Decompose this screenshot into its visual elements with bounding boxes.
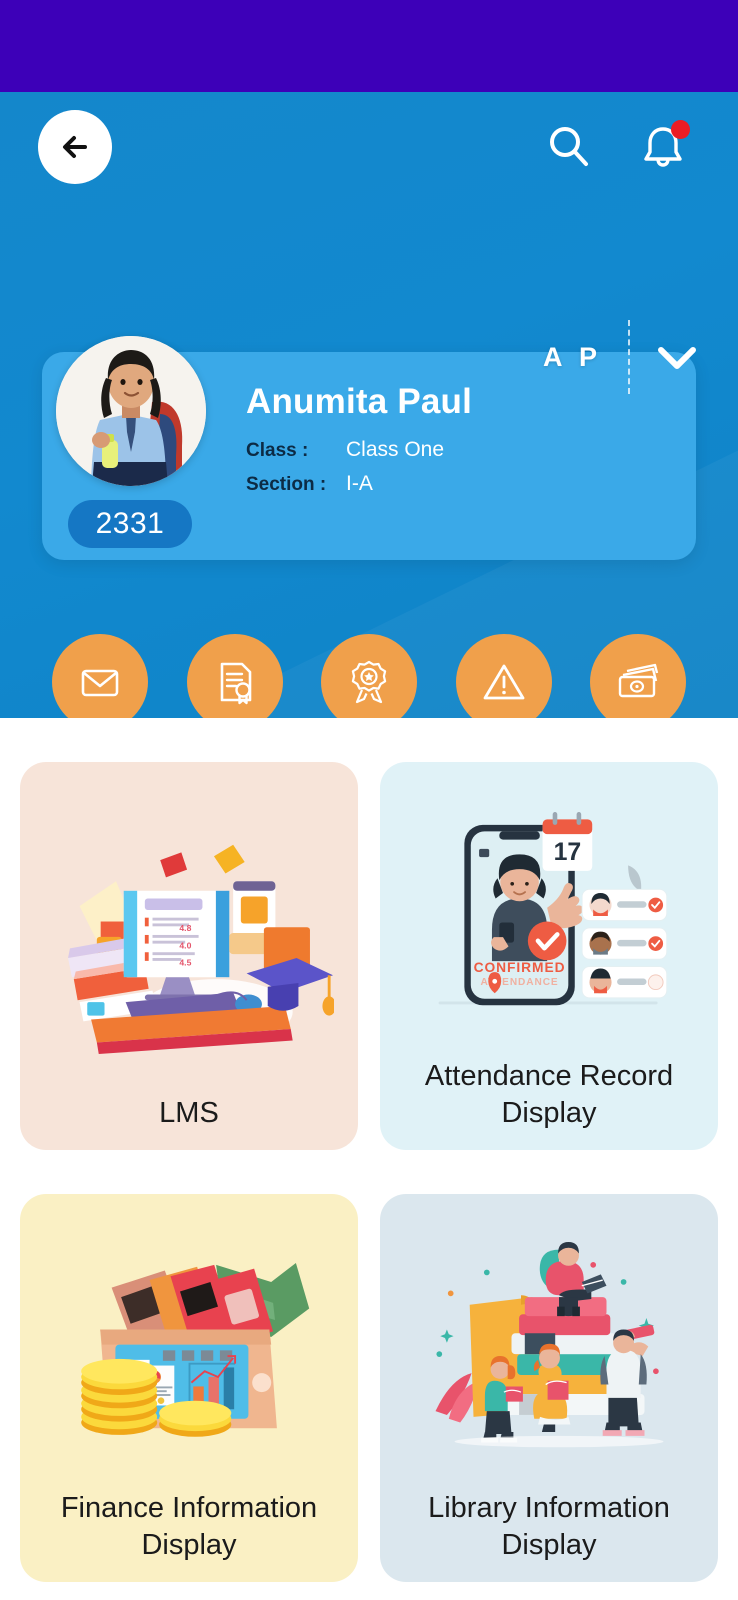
module-grid: 4.8 4.0 4.5 LMS CONFIRMED ATTENDANCE 17 … [0, 718, 738, 1582]
tile-attendance-record[interactable]: CONFIRMED ATTENDANCE 17 Attendance Recor… [380, 762, 718, 1150]
money-bills-icon [618, 663, 659, 698]
chevron-down-icon [658, 347, 696, 369]
notification-badge [671, 120, 690, 139]
quick-action-warning[interactable]: Warning [452, 634, 556, 718]
envelope-icon [81, 669, 119, 697]
award-ribbon-icon [351, 660, 387, 704]
svg-text:4.8: 4.8 [179, 924, 191, 934]
svg-text:17: 17 [554, 839, 582, 866]
svg-text:4.0: 4.0 [179, 941, 191, 951]
tile-title: Attendance Record Display [424, 1059, 674, 1129]
svg-text:CONFIRMED: CONFIRMED [474, 960, 566, 975]
search-button[interactable] [538, 116, 600, 178]
account-initials: A P [542, 341, 602, 372]
tile-library-information[interactable]: Library Information Display [380, 1194, 718, 1582]
quick-action-badge[interactable]: Badge [317, 634, 421, 718]
warning-icon-circle [455, 634, 552, 718]
class-label: Class : [246, 440, 309, 461]
quick-action-schedule[interactable]: Schedule [183, 634, 287, 718]
tile-title: LMS [159, 1096, 219, 1129]
warning-triangle-icon [483, 664, 524, 700]
status-bar [0, 0, 738, 92]
account-switcher[interactable]: A P [543, 320, 700, 394]
search-icon [550, 127, 588, 166]
attendance-illustration: CONFIRMED ATTENDANCE 17 [392, 778, 706, 1054]
tile-title: Library Information Display [428, 1491, 670, 1561]
arrow-left-icon [63, 136, 87, 158]
avatar [56, 336, 206, 486]
student-class-row: Class : Class One [246, 438, 680, 462]
notifications-button[interactable] [632, 116, 694, 178]
tile-lms[interactable]: 4.8 4.0 4.5 LMS [20, 762, 358, 1150]
top-bar [0, 92, 738, 202]
badge-icon-circle [321, 634, 417, 718]
section-label: Section : [246, 474, 327, 495]
class-value: Class One [346, 438, 445, 461]
library-illustration [392, 1210, 706, 1486]
app-screen: A P 2331 Anumita Paul Class: Class One … [0, 0, 738, 1600]
back-button[interactable] [38, 110, 112, 184]
money-icon-circle [590, 634, 686, 718]
message-icon-circle [52, 634, 148, 718]
schedule-icon-circle [186, 634, 283, 718]
account-dropdown-toggle[interactable] [630, 342, 700, 372]
student-avatar [56, 336, 206, 486]
quick-actions-row: Message Schedule [0, 634, 738, 718]
svg-text:4.5: 4.5 [179, 958, 191, 968]
header-section: A P 2331 Anumita Paul Class: Class One … [0, 92, 738, 718]
student-id-badge: 2331 [68, 500, 192, 548]
student-details: Anumita Paul Class : Class One Section :… [246, 382, 680, 506]
tile-title: Finance Information Display [60, 1491, 318, 1561]
tile-finance-information[interactable]: Finance Information Display [20, 1194, 358, 1582]
quick-action-money[interactable]: Money [586, 634, 690, 718]
quick-action-message[interactable]: Message [48, 634, 152, 718]
certificate-document-icon [220, 662, 251, 705]
finance-illustration [32, 1210, 346, 1486]
lms-illustration: 4.8 4.0 4.5 [32, 778, 346, 1091]
student-section-row: Section : I-A [246, 472, 680, 496]
section-value: I-A [346, 472, 373, 495]
